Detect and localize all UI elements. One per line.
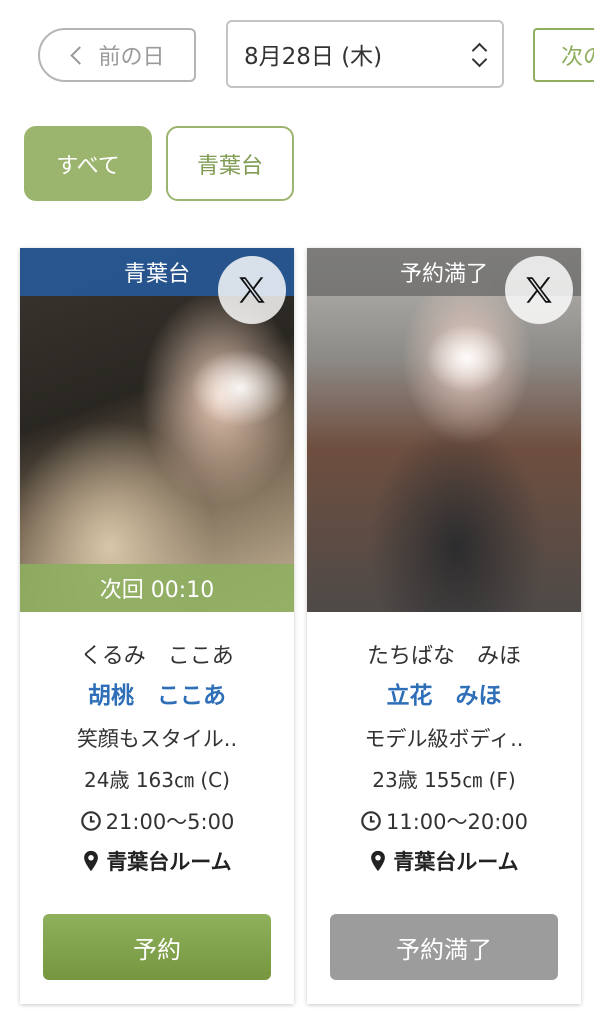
cast-name-link[interactable]: 胡桃 ここあ [20, 676, 294, 710]
cast-name-kana: たちばな みほ [366, 644, 521, 669]
cast-name-kana: くるみ ここあ [80, 644, 234, 669]
date-select[interactable]: 8月28日 (木) [226, 20, 504, 88]
cast-profile-specs: 24歳 163㎝ (C) [84, 768, 230, 792]
filter-aobadai-label: 青葉台 [196, 153, 263, 179]
room-location-label: 青葉台ルーム [393, 850, 519, 874]
chevron-left-icon [70, 45, 90, 65]
next-availability-label: 次回 00:10 [99, 578, 215, 603]
room-location-label: 青葉台ルーム [106, 850, 232, 874]
work-hours-label: 11:00〜20:00 [385, 810, 529, 834]
cast-card[interactable]: 青葉台 次回 00:10 くるみ ここあ 胡桃 ここあ 笑顔もスタイル.. 24… [20, 248, 294, 1004]
work-hours: 11:00〜20:00 [307, 806, 581, 836]
filter-all-label: すべて [56, 153, 120, 179]
up-down-icon [471, 42, 488, 68]
fully-booked-button[interactable]: 予約満了 [330, 914, 558, 980]
filter-aobadai-button[interactable]: 青葉台 [166, 126, 294, 201]
work-hours-label: 21:00〜5:00 [105, 810, 235, 834]
next-day-label: 次の [561, 45, 594, 70]
clock-icon [361, 811, 381, 831]
x-logo-icon[interactable] [218, 256, 286, 324]
prev-day-label: 前の日 [98, 45, 165, 70]
date-navigation: 前の日 8月28日 (木) 次の [0, 0, 594, 110]
filter-all-button[interactable]: すべて [24, 126, 152, 201]
date-select-value: 8月28日 (木) [244, 44, 383, 70]
cast-photo[interactable]: 青葉台 次回 00:10 [20, 248, 294, 612]
x-logo-icon[interactable] [505, 256, 573, 324]
status-banner-label: 予約満了 [399, 262, 488, 287]
fully-booked-label: 予約満了 [396, 935, 492, 964]
reserve-button-label: 予約 [133, 935, 181, 964]
next-day-button[interactable]: 次の [533, 28, 594, 82]
cast-name-link[interactable]: 立花 みほ [307, 676, 581, 710]
room-location: 青葉台ルーム [307, 846, 581, 876]
cast-profile-specs: 23歳 155㎝ (F) [372, 768, 516, 792]
cast-photo[interactable]: 予約満了 [307, 248, 581, 612]
clock-icon [80, 811, 101, 831]
cast-card[interactable]: 予約満了 たちばな みほ 立花 みほ モデル級ボディ.. 23歳 155㎝ (F… [307, 248, 581, 1004]
reserve-button[interactable]: 予約 [43, 914, 271, 980]
prev-day-button[interactable]: 前の日 [38, 28, 196, 82]
cast-catchphrase: 笑顔もスタイル.. [76, 727, 238, 751]
work-hours: 21:00〜5:00 [20, 806, 294, 836]
room-location: 青葉台ルーム [20, 846, 294, 876]
cast-catchphrase: モデル級ボディ.. [364, 727, 524, 751]
next-availability-bar: 次回 00:10 [20, 564, 294, 612]
area-banner-label: 青葉台 [123, 262, 190, 287]
location-pin-icon [371, 850, 386, 872]
location-pin-icon [84, 850, 99, 872]
